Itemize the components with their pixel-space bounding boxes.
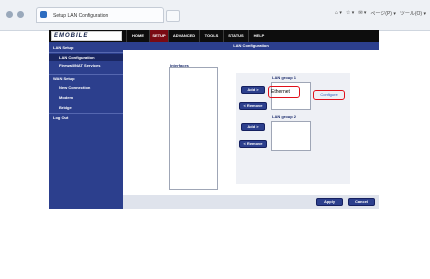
sidebar-item-lan-setup[interactable]: LAN Setup <box>49 44 123 51</box>
print-menu[interactable]: ✉ ▾ <box>358 10 366 17</box>
lan-group-2-listbox[interactable] <box>271 121 311 151</box>
page-favicon-icon <box>40 11 47 18</box>
sidebar-item-log-out[interactable]: Log Out <box>49 114 123 121</box>
tools-menu[interactable]: ツール(O) ▾ <box>400 10 426 17</box>
nav-help[interactable]: HELP <box>248 30 269 42</box>
group1-remove-button[interactable]: < Remove <box>239 102 267 110</box>
sidebar-item-bridge[interactable]: Bridge <box>49 104 123 111</box>
cancel-button[interactable]: Cancel <box>348 198 375 206</box>
group1-item-ethernet[interactable]: Ethernet <box>268 86 300 98</box>
sidebar: LAN Setup LAN Configuration Firewall/NAT… <box>49 42 123 209</box>
sidebar-item-lan-configuration[interactable]: LAN Configuration <box>49 54 123 61</box>
group2-add-button[interactable]: Add > <box>241 123 265 131</box>
nav-home[interactable]: HOME <box>126 30 149 42</box>
tab-title: Setup LAN Configuration <box>53 13 109 19</box>
page-menu[interactable]: ページ(P) ▾ <box>370 10 395 17</box>
configure-link[interactable]: Configure <box>313 90 345 100</box>
nav-setup[interactable]: SETUP <box>149 30 168 42</box>
feeds-menu[interactable]: ☆ ▾ <box>346 10 354 17</box>
lan-group-2-label: LAN group 2 <box>272 114 296 119</box>
nav-advanced[interactable]: ADVANCED <box>168 30 199 42</box>
back-icon[interactable] <box>6 11 13 18</box>
nav-status[interactable]: STATUS <box>223 30 248 42</box>
apply-button[interactable]: Apply <box>316 198 343 206</box>
page-title: LAN Configuration <box>123 42 379 50</box>
forward-icon[interactable] <box>17 11 24 18</box>
lan-group-1-label: LAN group 1 <box>272 75 296 80</box>
interfaces-listbox[interactable] <box>169 67 218 190</box>
top-nav: HOME SETUP ADVANCED TOOLS STATUS HELP <box>126 30 269 42</box>
sidebar-item-wan-setup[interactable]: WAN Setup <box>49 75 123 82</box>
home-menu[interactable]: ⌂ ▾ <box>335 10 342 17</box>
sidebar-item-new-connection[interactable]: New Connection <box>49 84 123 91</box>
sidebar-divider <box>49 52 123 53</box>
sidebar-item-modem[interactable]: Modem <box>49 94 123 101</box>
browser-tab[interactable]: Setup LAN Configuration <box>36 7 164 23</box>
group2-remove-button[interactable]: < Remove <box>239 140 267 148</box>
group1-add-button[interactable]: Add > <box>241 86 265 94</box>
browser-command-bar: ⌂ ▾ ☆ ▾ ✉ ▾ ページ(P) ▾ ツール(O) ▾ <box>335 10 426 17</box>
router-logo: EMOBILE <box>51 31 122 41</box>
nav-tools[interactable]: TOOLS <box>199 30 223 42</box>
sidebar-item-firewall-nat[interactable]: Firewall/NAT Services <box>49 63 123 68</box>
new-tab-button[interactable] <box>166 10 180 22</box>
